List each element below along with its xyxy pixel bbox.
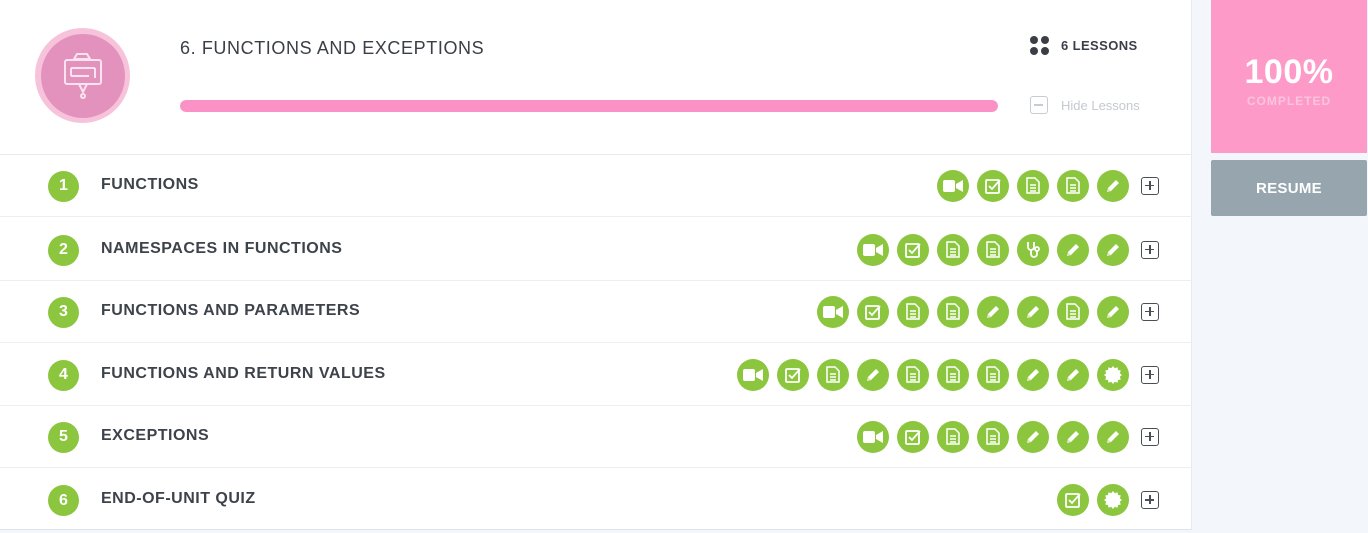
- pencil-icon[interactable]: [1097, 233, 1129, 266]
- document-icon[interactable]: [937, 233, 969, 266]
- lesson-row[interactable]: 6 END-OF-UNIT QUIZ: [0, 469, 1192, 531]
- lesson-title[interactable]: END-OF-UNIT QUIZ: [101, 490, 256, 508]
- expand-icon[interactable]: [1141, 176, 1159, 195]
- document-icon[interactable]: [937, 420, 969, 453]
- document-icon[interactable]: [937, 295, 969, 328]
- pencil-icon[interactable]: [1097, 169, 1129, 202]
- checkbox-icon[interactable]: [977, 169, 1009, 202]
- lesson-activities: [937, 169, 1159, 202]
- unit-header: 6. FUNCTIONS AND EXCEPTIONS 6 LESSONS Hi…: [0, 0, 1192, 155]
- video-icon[interactable]: [857, 420, 889, 453]
- lesson-title[interactable]: FUNCTIONS: [101, 176, 199, 194]
- document-icon[interactable]: [977, 420, 1009, 453]
- completion-percent: 100%: [1244, 53, 1334, 91]
- pencil-icon[interactable]: [1097, 295, 1129, 328]
- expand-icon[interactable]: [1141, 491, 1159, 509]
- expand-icon[interactable]: [1141, 365, 1159, 384]
- lesson-title[interactable]: EXCEPTIONS: [101, 427, 209, 445]
- lesson-number: 5: [48, 421, 79, 453]
- lessons-count: 6 LESSONS: [1030, 36, 1138, 55]
- lesson-row[interactable]: 1 FUNCTIONS: [0, 155, 1192, 217]
- document-icon[interactable]: [937, 358, 969, 391]
- video-icon[interactable]: [857, 233, 889, 266]
- checkbox-icon[interactable]: [897, 233, 929, 266]
- document-icon[interactable]: [1057, 169, 1089, 202]
- lesson-activities: [857, 420, 1159, 453]
- document-icon[interactable]: [897, 358, 929, 391]
- completion-status: COMPLETED: [1246, 94, 1332, 108]
- expand-icon[interactable]: [1141, 240, 1159, 259]
- document-icon[interactable]: [977, 233, 1009, 266]
- badge-icon[interactable]: [1097, 484, 1129, 516]
- document-icon[interactable]: [1017, 169, 1049, 202]
- expand-icon[interactable]: [1141, 302, 1159, 321]
- lesson-number: 1: [48, 170, 79, 202]
- badge-icon[interactable]: [1097, 358, 1129, 391]
- video-icon[interactable]: [817, 295, 849, 328]
- lesson-row[interactable]: 4 FUNCTIONS AND RETURN VALUES: [0, 344, 1192, 406]
- lesson-title[interactable]: FUNCTIONS AND PARAMETERS: [101, 302, 360, 320]
- completion-panel: 100% COMPLETED: [1211, 0, 1367, 153]
- lesson-row[interactable]: 5 EXCEPTIONS: [0, 406, 1192, 468]
- lessons-count-label: 6 LESSONS: [1061, 38, 1138, 53]
- lesson-row[interactable]: 3 FUNCTIONS AND PARAMETERS: [0, 281, 1192, 343]
- collapse-icon[interactable]: [1030, 96, 1048, 114]
- unit-badge: [35, 28, 130, 123]
- lesson-title[interactable]: FUNCTIONS AND RETURN VALUES: [101, 365, 386, 383]
- checkbox-icon[interactable]: [897, 420, 929, 453]
- lesson-activities: [737, 358, 1159, 391]
- unit-title: 6. FUNCTIONS AND EXCEPTIONS: [180, 38, 485, 58]
- lesson-number: 6: [48, 485, 79, 516]
- expand-icon[interactable]: [1141, 427, 1159, 446]
- grid-dots-icon: [1030, 36, 1049, 55]
- resume-button[interactable]: RESUME: [1211, 160, 1367, 216]
- hide-lessons-toggle[interactable]: Hide Lessons: [1030, 96, 1140, 114]
- lesson-activities: [817, 295, 1159, 328]
- document-icon[interactable]: [977, 358, 1009, 391]
- lesson-activities: [1057, 484, 1159, 516]
- lesson-number: 2: [48, 234, 79, 266]
- unit-progress-bar: [180, 100, 998, 112]
- unit-progress-fill: [180, 100, 998, 112]
- pencil-icon[interactable]: [1017, 295, 1049, 328]
- video-icon[interactable]: [737, 358, 769, 391]
- lesson-title[interactable]: NAMESPACES IN FUNCTIONS: [101, 240, 342, 258]
- document-icon[interactable]: [1057, 295, 1089, 328]
- lesson-activities: [857, 233, 1159, 266]
- pencil-icon[interactable]: [1057, 358, 1089, 391]
- hide-lessons-label[interactable]: Hide Lessons: [1061, 98, 1140, 113]
- pencil-icon[interactable]: [1057, 420, 1089, 453]
- lesson-number: 4: [48, 359, 79, 391]
- pencil-icon[interactable]: [1097, 420, 1129, 453]
- pencil-icon[interactable]: [1017, 358, 1049, 391]
- pencil-icon[interactable]: [977, 295, 1009, 328]
- unit-card: 6. FUNCTIONS AND EXCEPTIONS 6 LESSONS Hi…: [0, 0, 1192, 530]
- checkbox-icon[interactable]: [1057, 484, 1089, 516]
- checkbox-icon[interactable]: [857, 295, 889, 328]
- video-icon[interactable]: [937, 169, 969, 202]
- pencil-icon[interactable]: [857, 358, 889, 391]
- pencil-icon[interactable]: [1057, 233, 1089, 266]
- stethoscope-icon[interactable]: [1017, 233, 1049, 266]
- pencil-icon[interactable]: [1017, 420, 1049, 453]
- document-icon[interactable]: [817, 358, 849, 391]
- lesson-number: 3: [48, 296, 79, 328]
- checkbox-icon[interactable]: [777, 358, 809, 391]
- document-icon[interactable]: [897, 295, 929, 328]
- flowchart-icon: [63, 52, 102, 99]
- lesson-row[interactable]: 2 NAMESPACES IN FUNCTIONS: [0, 219, 1192, 281]
